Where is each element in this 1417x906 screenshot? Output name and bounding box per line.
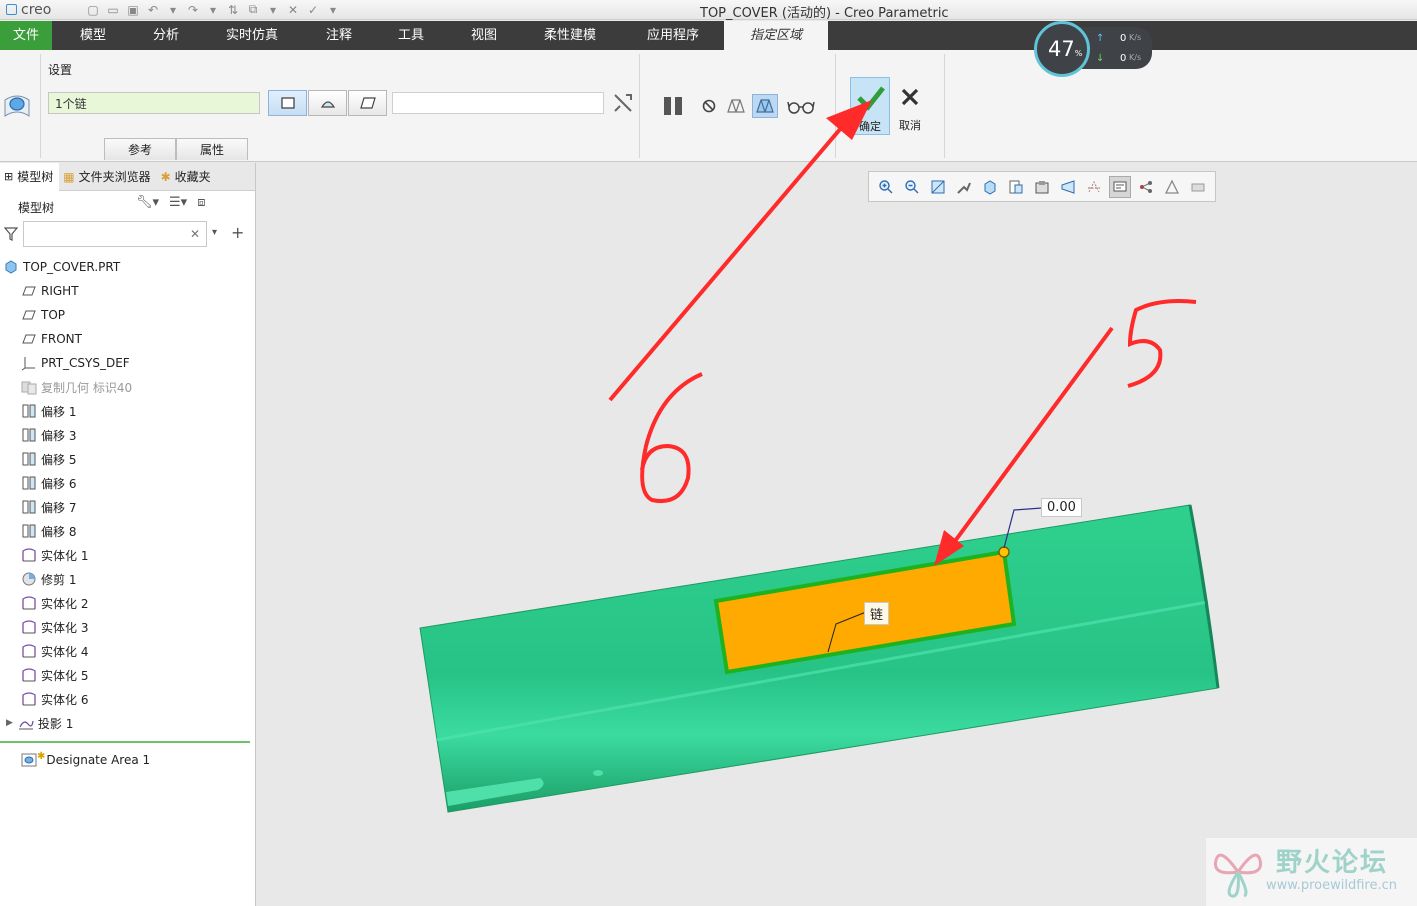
spin-center-icon[interactable] [1135, 176, 1157, 198]
perspective-view-icon[interactable] [1057, 176, 1079, 198]
saved-views-icon[interactable] [1005, 176, 1027, 198]
datum-display-icon[interactable] [1083, 176, 1105, 198]
annotation-display-icon[interactable] [1109, 175, 1131, 198]
forum-url: www.proewildfire.cn [1266, 878, 1397, 893]
repaint-icon[interactable] [953, 176, 975, 198]
graphics-view-toolbar [868, 171, 1216, 202]
forum-watermark: 野火论坛 www.proewildfire.cn [1206, 838, 1417, 906]
forum-logo-icon [1213, 853, 1263, 898]
zoom-in-icon[interactable] [875, 176, 897, 198]
handwritten-number-5 [1127, 299, 1197, 388]
handwritten-number-6 [640, 372, 703, 503]
chain-label[interactable]: 链 [864, 602, 890, 625]
view-manager-icon[interactable] [1031, 176, 1053, 198]
zoom-out-icon[interactable] [901, 176, 923, 198]
annotation-arrow-6 [608, 100, 872, 402]
dimension-value-label[interactable]: 0.00 [1041, 498, 1082, 517]
point-display-icon[interactable] [1161, 176, 1183, 198]
drag-handle[interactable] [998, 546, 1010, 558]
csys-display-icon[interactable] [1187, 176, 1209, 198]
model-canvas[interactable] [0, 0, 1417, 906]
forum-name: 野火论坛 [1276, 848, 1389, 878]
display-style-icon[interactable] [979, 176, 1001, 198]
refit-icon[interactable] [927, 176, 949, 198]
